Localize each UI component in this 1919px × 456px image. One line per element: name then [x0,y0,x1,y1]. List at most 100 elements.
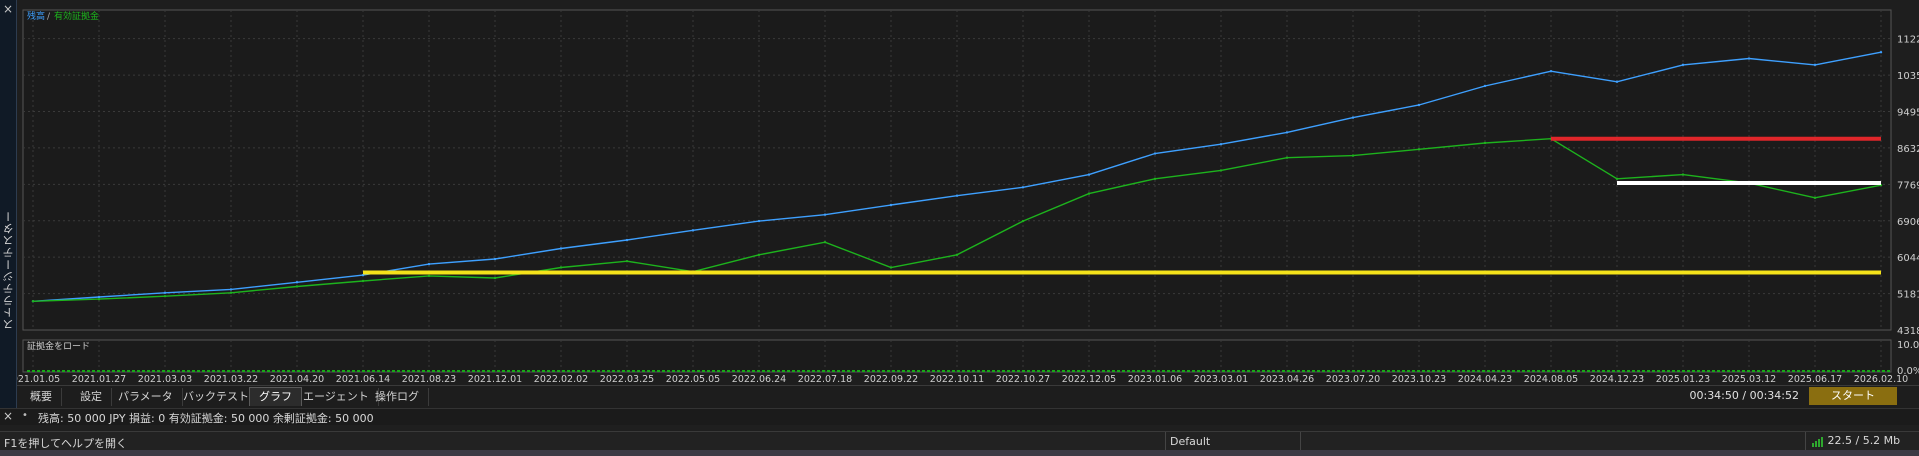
load-bar [1202,370,1205,372]
account-status-bar: × • 残高: 50 000 JPY 損益: 0 有効証拠金: 50 000 余… [0,408,1919,425]
load-bar [1527,370,1530,372]
load-bar [1862,370,1865,372]
load-bar [1067,370,1070,372]
load-bar [477,370,480,372]
x-tick-label: 2025.01.23 [1656,374,1710,385]
x-tick-label: 2022.10.11 [930,374,984,385]
load-bar [597,370,600,372]
load-bar [87,370,90,372]
tab-journal[interactable]: 操作ログ [366,388,429,406]
load-label: 証拠金をロード [27,340,90,352]
load-bar [732,370,735,372]
load-bar [967,370,970,372]
load-bar [1767,370,1770,372]
load-bar [1822,370,1825,372]
x-tick-label: 2025.06.17 [1788,374,1842,385]
equity-point [1087,192,1091,195]
load-bar [1592,370,1595,372]
load-bar [47,370,50,372]
load-bar [862,370,865,372]
load-bar [1287,370,1290,372]
balance-point [1879,51,1883,54]
load-bar [1317,370,1320,372]
load-bar [467,370,470,372]
close-status-icon[interactable]: × [3,409,13,423]
load-bar [137,370,140,372]
load-bar [1372,370,1375,372]
load-bar [447,370,450,372]
load-bar [737,370,740,372]
load-bar [1697,370,1700,372]
load-bar [1277,370,1280,372]
y-tick-label: 1035777 [1897,71,1919,82]
load-bar [747,370,750,372]
load-bar [1737,370,1740,372]
load-bar [417,370,420,372]
load-bar [1047,370,1050,372]
load-bar [1717,370,1720,372]
load-bar [977,370,980,372]
load-bar [842,370,845,372]
load-bar [1062,370,1065,372]
load-bar [197,370,200,372]
load-bar [812,370,815,372]
load-bar [1217,370,1220,372]
load-bar [352,370,355,372]
load-bar [687,370,690,372]
load-bar [1167,370,1170,372]
load-bar [1497,370,1500,372]
load-bar [532,370,535,372]
load-bar [1702,370,1705,372]
load-bar [1472,370,1475,372]
load-bar [1542,370,1545,372]
load-bar [1112,370,1115,372]
load-bar [277,370,280,372]
load-bar [1687,370,1690,372]
load-bar [682,370,685,372]
balance-point [1681,63,1685,67]
load-bar [762,370,765,372]
load-bar [377,370,380,372]
load-bar [1852,370,1855,372]
balance-point [1285,131,1289,134]
connection-status[interactable]: 22.5 / 5.2 Mb [1812,434,1900,447]
load-bar [242,370,245,372]
load-bar [1452,370,1455,372]
load-bar [552,370,555,372]
equity-point [625,259,629,263]
tab-parameters[interactable]: パラメータ [109,388,183,406]
load-bar [1042,370,1045,372]
load-bar [1187,370,1190,372]
load-bar [32,370,35,372]
load-bar [1667,370,1670,372]
load-bar [857,370,860,372]
load-bar [157,370,160,372]
equity-point [229,291,233,295]
x-tick-label: 2021.06.14 [336,374,390,385]
equity-point [1153,177,1157,181]
balance-point [559,247,563,250]
chart-area: 1122047 1035777 949508 863238 776968 690698 60… [6,0,1919,396]
load-bar [1122,370,1125,372]
x-tick-label: 2024.04.23 [1458,374,1512,385]
load-bar [347,370,350,372]
tab-settings[interactable]: 設定 [71,388,112,406]
load-bar [287,370,290,372]
start-button[interactable]: スタート [1809,387,1897,405]
balance-point [1417,103,1421,107]
y-tick-label: 518159 [1897,290,1919,301]
balance-point [493,257,497,261]
close-panel-icon[interactable]: × [3,2,13,16]
equity-point [1483,141,1487,145]
load-bar [662,370,665,372]
load-bar [657,370,660,372]
load-bar [1002,370,1005,372]
load-bar [397,370,400,372]
load-bar [1367,370,1370,372]
profile-name[interactable]: Default [1170,435,1210,448]
load-bar [822,370,825,372]
tab-summary[interactable]: 概要 [21,388,62,406]
tab-backtest[interactable]: バックテスト [174,388,259,406]
load-bar [1282,370,1285,372]
x-tick-label: 2023.04.26 [1260,374,1314,385]
